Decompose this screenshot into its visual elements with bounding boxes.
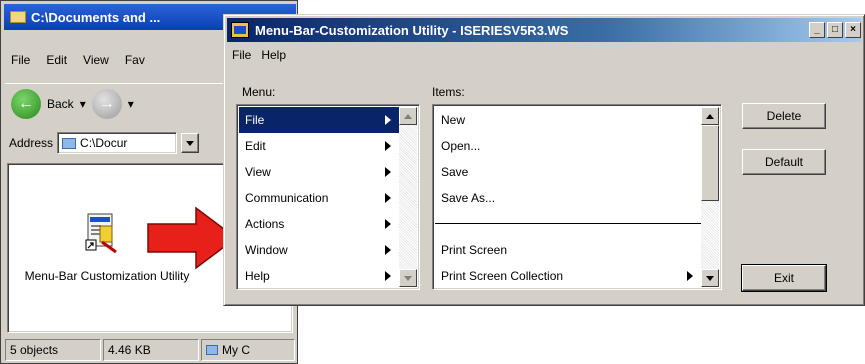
menu-item-label: Communication [245, 191, 329, 205]
item-label: Open... [441, 139, 481, 153]
up-arrow-icon [706, 113, 714, 119]
explorer-menu-view[interactable]: View [83, 53, 109, 67]
submenu-arrow-icon [385, 167, 391, 177]
item-label: Save [441, 165, 469, 179]
back-arrow-icon[interactable]: ← [11, 88, 41, 119]
window-controls: _ □ × [809, 22, 861, 38]
status-object-count: 5 objects [5, 339, 101, 361]
submenu-arrow-icon [385, 193, 391, 203]
folder-icon [10, 11, 26, 23]
explorer-menu-favorites[interactable]: Fav [125, 53, 145, 67]
dialog-menu-help[interactable]: Help [261, 48, 286, 62]
item-label: Save As... [441, 191, 496, 205]
scroll-down-button[interactable] [399, 269, 417, 287]
default-button[interactable]: Default [742, 149, 826, 175]
items-listbox[interactable]: New Open... Save Save As... Print Screen… [432, 104, 722, 290]
status-file-size: 4.46 KB [103, 339, 199, 361]
menu-item-label: Actions [245, 217, 285, 231]
menu-item-file[interactable]: File [239, 107, 399, 133]
dialog-title-bar[interactable]: Menu-Bar-Customization Utility - ISERIES… [227, 18, 861, 42]
up-arrow-icon [404, 113, 412, 119]
menu-item-view[interactable]: View [239, 159, 399, 185]
scroll-down-button[interactable] [701, 269, 719, 287]
down-arrow-icon [706, 275, 714, 281]
menu-item-actions[interactable]: Actions [239, 211, 399, 237]
submenu-arrow-icon [385, 141, 391, 151]
item-label: Print Screen [441, 243, 508, 257]
menubar-customization-dialog: Menu-Bar-Customization Utility - ISERIES… [223, 14, 865, 306]
explorer-menu-edit[interactable]: Edit [46, 53, 67, 67]
menu-item-label: File [245, 113, 265, 127]
folder-small-icon [62, 137, 77, 149]
submenu-arrow-icon [385, 115, 391, 125]
menu-item-label: Edit [245, 139, 266, 153]
menu-item-communication[interactable]: Communication [239, 185, 399, 211]
explorer-menu-file[interactable]: File [11, 53, 30, 67]
dialog-menu-bar: File Help [232, 48, 286, 62]
item-new[interactable]: New [435, 107, 701, 133]
app-icon [231, 22, 249, 38]
dialog-menu-file[interactable]: File [232, 48, 251, 62]
item-label: Print Screen Collection [441, 269, 564, 283]
menu-list-rows: File Edit View Communication Actions Win… [239, 107, 399, 287]
address-dropdown-button[interactable] [181, 133, 200, 153]
item-save-as[interactable]: Save As... [435, 185, 701, 211]
submenu-arrow-icon [385, 271, 391, 281]
address-value: C:\Docur [80, 136, 128, 150]
scroll-up-button[interactable] [701, 107, 719, 125]
scroll-up-button[interactable] [399, 107, 417, 125]
item-open[interactable]: Open... [435, 133, 701, 159]
explorer-status-bar: 5 objects 4.46 KB My C [5, 339, 295, 361]
minimize-button[interactable]: _ [809, 22, 825, 38]
items-group-label: Items: [432, 85, 465, 99]
maximize-button[interactable]: □ [827, 22, 843, 38]
item-label: New [441, 113, 466, 127]
menu-listbox[interactable]: File Edit View Communication Actions Win… [236, 104, 420, 290]
menu-item-edit[interactable]: Edit [239, 133, 399, 159]
address-label: Address [9, 136, 54, 150]
menu-item-help[interactable]: Help [239, 263, 399, 287]
close-button[interactable]: × [845, 22, 861, 38]
status-location-label: My C [222, 343, 250, 357]
explorer-title: C:\Documents and ... [31, 9, 161, 25]
menu-item-window[interactable]: Window [239, 237, 399, 263]
menu-item-label: Window [245, 243, 288, 257]
submenu-arrow-icon [385, 245, 391, 255]
exit-button[interactable]: Exit [741, 264, 827, 292]
scroll-thumb[interactable] [701, 125, 719, 201]
menu-group-label: Menu: [242, 85, 276, 99]
down-arrow-icon [404, 275, 412, 281]
back-dropdown-icon[interactable]: ▾ [80, 97, 86, 111]
item-save[interactable]: Save [435, 159, 701, 185]
computer-icon [206, 345, 218, 355]
delete-button[interactable]: Delete [742, 103, 826, 129]
menu-item-label: View [245, 165, 271, 179]
items-list-scrollbar[interactable] [701, 107, 719, 287]
submenu-arrow-icon [687, 271, 693, 281]
dialog-title: Menu-Bar-Customization Utility - ISERIES… [255, 22, 569, 38]
item-separator[interactable] [435, 211, 701, 237]
app-file-label[interactable]: Menu-Bar Customization Utility [12, 268, 202, 285]
item-print-screen[interactable]: Print Screen [435, 237, 701, 263]
menu-item-label: Help [245, 269, 270, 283]
submenu-arrow-icon [385, 219, 391, 229]
menu-list-scrollbar[interactable] [399, 107, 417, 287]
back-button-label[interactable]: Back [47, 97, 74, 111]
app-file-icon[interactable] [84, 212, 118, 254]
forward-dropdown-icon[interactable]: ▾ [128, 97, 134, 111]
status-location: My C [201, 339, 295, 361]
forward-arrow-icon[interactable]: → [91, 88, 122, 119]
item-print-screen-collection[interactable]: Print Screen Collection [435, 263, 701, 287]
items-list-rows: New Open... Save Save As... Print Screen… [435, 107, 701, 287]
address-input[interactable]: C:\Docur [57, 132, 178, 154]
